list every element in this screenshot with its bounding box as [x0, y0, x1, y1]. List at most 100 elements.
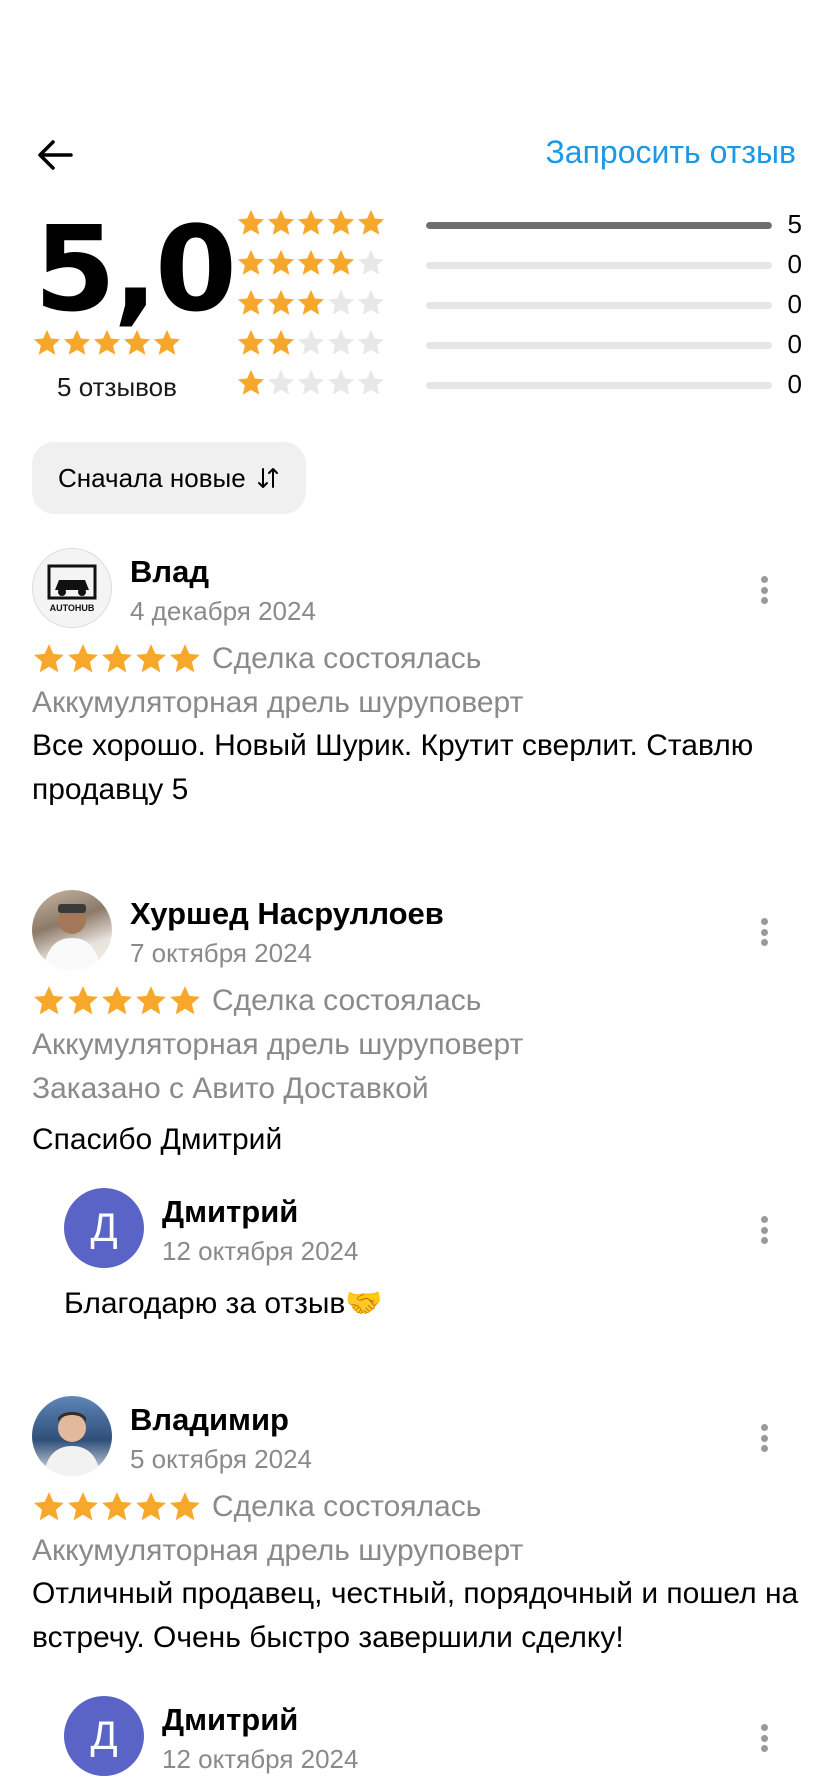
review-rating: Сделка состоялась	[32, 984, 481, 1018]
reply-date: 12 октября 2024	[162, 1744, 359, 1774]
top-bar: Запросить отзыв	[0, 120, 828, 188]
distribution-count: 0	[787, 329, 802, 359]
star-filled-icon	[102, 986, 132, 1015]
distribution-stars	[236, 288, 386, 318]
reply-text: Благодарю за отзыв🤝	[64, 1287, 383, 1320]
star-filled-icon	[136, 1492, 166, 1521]
star-filled-icon	[93, 329, 121, 355]
star-empty-icon	[357, 289, 385, 315]
star-filled-icon	[102, 1492, 132, 1521]
sort-button[interactable]: Сначала новые	[32, 442, 306, 514]
distribution-bar	[426, 222, 772, 229]
star-empty-icon	[357, 249, 385, 275]
star-empty-icon	[357, 329, 385, 355]
distribution-row-3: 0	[236, 284, 802, 324]
star-filled-icon	[136, 986, 166, 1015]
star-filled-icon	[327, 249, 355, 275]
review-item-title: Аккумуляторная дрель шуруповерт	[32, 686, 524, 719]
star-filled-icon	[267, 249, 295, 275]
rating-summary: 5,0 5 отзывов 50000	[0, 204, 828, 404]
distribution-row-1: 0	[236, 364, 802, 404]
star-filled-icon	[170, 644, 200, 673]
request-review-link[interactable]: Запросить отзыв	[545, 134, 796, 171]
review-item-title: Аккумуляторная дрель шуруповерт	[32, 1028, 524, 1061]
arrow-left-icon	[38, 140, 73, 170]
more-options-button[interactable]	[752, 1418, 776, 1458]
distribution-bar	[426, 262, 772, 269]
reply-date: 12 октября 2024	[162, 1236, 359, 1266]
distribution-count: 0	[787, 289, 802, 319]
star-filled-icon	[68, 644, 98, 673]
distribution-stars	[236, 368, 386, 398]
star-empty-icon	[327, 329, 355, 355]
distribution-bar	[426, 302, 772, 309]
reply-author: Дмитрий	[162, 1194, 299, 1229]
star-filled-icon	[237, 249, 265, 275]
review-stars	[32, 642, 202, 676]
reply-more-options-button[interactable]	[752, 1718, 776, 1758]
reply-more-options-button[interactable]	[752, 1210, 776, 1250]
more-options-button[interactable]	[752, 570, 776, 610]
avatar[interactable]: AUTOHUB	[32, 548, 112, 628]
review-author: Владимир	[130, 1402, 289, 1437]
review-date: 4 декабря 2024	[130, 596, 316, 626]
back-button[interactable]	[30, 130, 80, 180]
star-filled-icon	[327, 209, 355, 235]
review-stars	[32, 984, 202, 1018]
reviews-count: 5 отзывов	[57, 372, 177, 402]
star-empty-icon	[297, 369, 325, 395]
review-date: 5 октября 2024	[130, 1444, 312, 1474]
distribution-row-4: 0	[236, 244, 802, 284]
star-filled-icon	[33, 329, 61, 355]
star-filled-icon	[34, 644, 64, 673]
star-filled-icon	[237, 209, 265, 235]
distribution-bar	[426, 342, 772, 349]
reply-avatar[interactable]: Д	[64, 1696, 144, 1776]
star-filled-icon	[297, 209, 325, 235]
star-filled-icon	[357, 209, 385, 235]
star-filled-icon	[153, 329, 181, 355]
distribution-count: 0	[787, 369, 802, 399]
star-empty-icon	[327, 369, 355, 395]
review-item: Хуршед Насруллоев 7 октября 2024 Сделка …	[0, 890, 828, 1330]
review-stars	[32, 1490, 202, 1524]
reply-avatar[interactable]: Д	[64, 1188, 144, 1268]
star-empty-icon	[327, 289, 355, 315]
rating-distribution: 5 0 0 0 0	[236, 204, 802, 404]
person-photo-icon	[44, 904, 100, 970]
distribution-bar	[426, 382, 772, 389]
average-stars	[32, 328, 182, 358]
review-item: Владимир 5 октября 2024 Сделка состоялас…	[0, 1396, 828, 1792]
review-rating: Сделка состоялась	[32, 642, 481, 676]
star-filled-icon	[237, 329, 265, 355]
reply-author: Дмитрий	[162, 1702, 299, 1737]
distribution-count: 0	[787, 249, 802, 279]
star-filled-icon	[123, 329, 151, 355]
distribution-stars	[236, 248, 386, 278]
deal-status: Сделка состоялась	[212, 642, 482, 675]
star-filled-icon	[34, 986, 64, 1015]
star-empty-icon	[267, 369, 295, 395]
review-author: Хуршед Насруллоев	[130, 896, 444, 931]
avatar[interactable]	[32, 1396, 112, 1476]
star-filled-icon	[237, 369, 265, 395]
deal-status: Сделка состоялась	[212, 1490, 482, 1523]
star-filled-icon	[237, 289, 265, 315]
distribution-row-5: 5	[236, 204, 802, 244]
distribution-stars	[236, 208, 386, 238]
review-text: Спасибо Дмитрий	[32, 1123, 283, 1156]
review-item-title: Аккумуляторная дрель шуруповерт	[32, 1534, 524, 1567]
distribution-count: 5	[787, 209, 802, 239]
review-author: Влад	[130, 554, 209, 589]
review-rating: Сделка состоялась	[32, 1490, 481, 1524]
avatar[interactable]	[32, 890, 112, 970]
deal-status: Сделка состоялась	[212, 984, 482, 1017]
more-options-button[interactable]	[752, 912, 776, 952]
star-filled-icon	[267, 209, 295, 235]
star-filled-icon	[63, 329, 91, 355]
car-logo-icon	[47, 564, 97, 599]
star-filled-icon	[297, 249, 325, 275]
distribution-row-2: 0	[236, 324, 802, 364]
star-filled-icon	[297, 289, 325, 315]
star-filled-icon	[267, 289, 295, 315]
